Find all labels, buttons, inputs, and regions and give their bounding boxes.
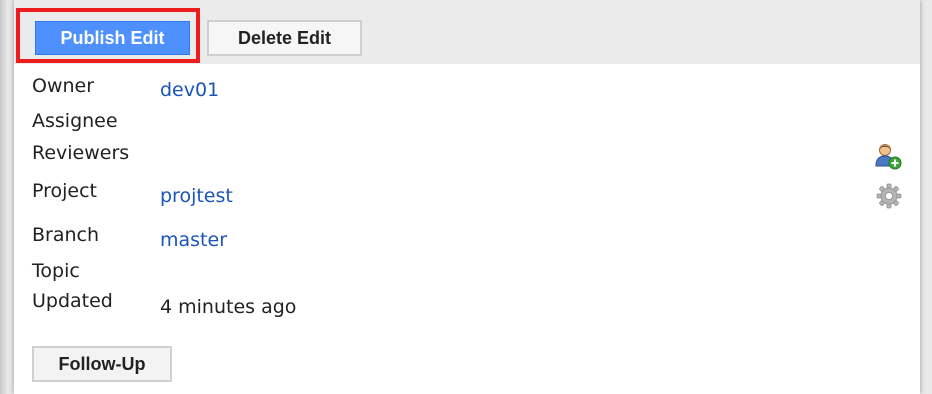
branch-link[interactable]: master xyxy=(160,229,227,251)
branch-label: Branch xyxy=(32,224,100,246)
follow-up-button[interactable]: Follow-Up xyxy=(32,346,172,382)
topic-label: Topic xyxy=(32,260,80,282)
delete-edit-button[interactable]: Delete Edit xyxy=(207,20,362,56)
owner-link[interactable]: dev01 xyxy=(160,79,219,101)
updated-value: 4 minutes ago xyxy=(160,296,297,318)
screenshot-stage: Publish Edit Delete Edit Owner dev01 Ass… xyxy=(0,0,932,394)
project-label: Project xyxy=(32,180,98,202)
change-info-panel: Publish Edit Delete Edit Owner dev01 Ass… xyxy=(14,0,920,394)
edit-toolbar: Publish Edit Delete Edit xyxy=(14,0,920,64)
reviewers-label: Reviewers xyxy=(32,142,130,164)
gear-icon[interactable] xyxy=(876,183,902,209)
project-link[interactable]: projtest xyxy=(160,185,233,207)
assignee-label: Assignee xyxy=(32,110,118,132)
add-user-icon[interactable] xyxy=(874,142,902,170)
updated-label: Updated xyxy=(32,290,113,312)
owner-label: Owner xyxy=(32,75,95,97)
publish-edit-highlight xyxy=(16,8,200,63)
